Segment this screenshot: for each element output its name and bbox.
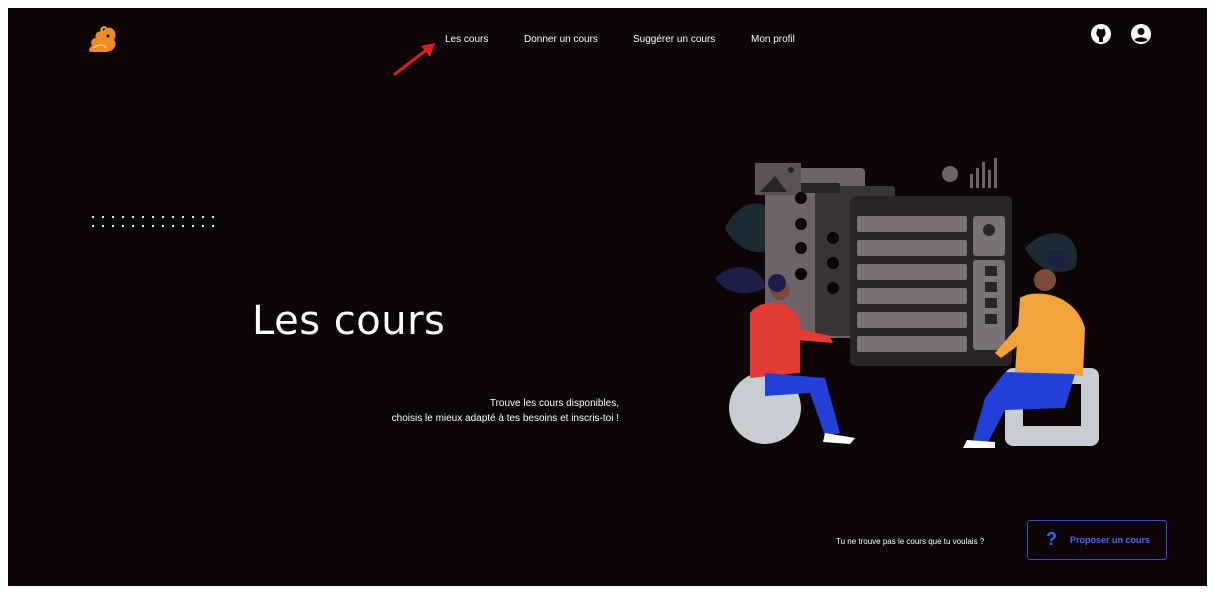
hero-subtitle: Trouve les cours disponibles, choisis le… [392, 396, 619, 426]
propose-course-label: Proposer un cours [1070, 535, 1151, 545]
nav-item-donner-un-cours[interactable]: Donner un cours [524, 34, 598, 45]
nav-item-les-cours[interactable]: Les cours [445, 34, 488, 45]
question-mark-icon: ? [1046, 529, 1057, 549]
github-icon[interactable] [1090, 23, 1112, 45]
annotation-arrow-icon [393, 43, 435, 76]
page-frame: Les cours Donner un cours Suggérer un co… [8, 8, 1207, 586]
hero-subtitle-line-2: choisis le mieux adapté à tes besoins et… [391, 413, 619, 424]
propose-course-button[interactable]: ? Proposer un cours [1027, 520, 1167, 560]
hero-illustration [715, 158, 1099, 448]
page-title: Les cours [252, 298, 446, 344]
hero-subtitle-line-1: Trouve les cours disponibles, [489, 398, 619, 409]
main-nav: Les cours Donner un cours Suggérer un co… [8, 34, 1207, 54]
decorative-dots [91, 215, 215, 228]
user-circle-icon[interactable] [1130, 23, 1152, 45]
nav-item-mon-profil[interactable]: Mon profil [751, 34, 795, 45]
missing-course-question: Tu ne trouve pas le cours que tu voulais… [836, 537, 985, 546]
nav-item-suggerer-un-cours[interactable]: Suggérer un cours [633, 34, 715, 45]
